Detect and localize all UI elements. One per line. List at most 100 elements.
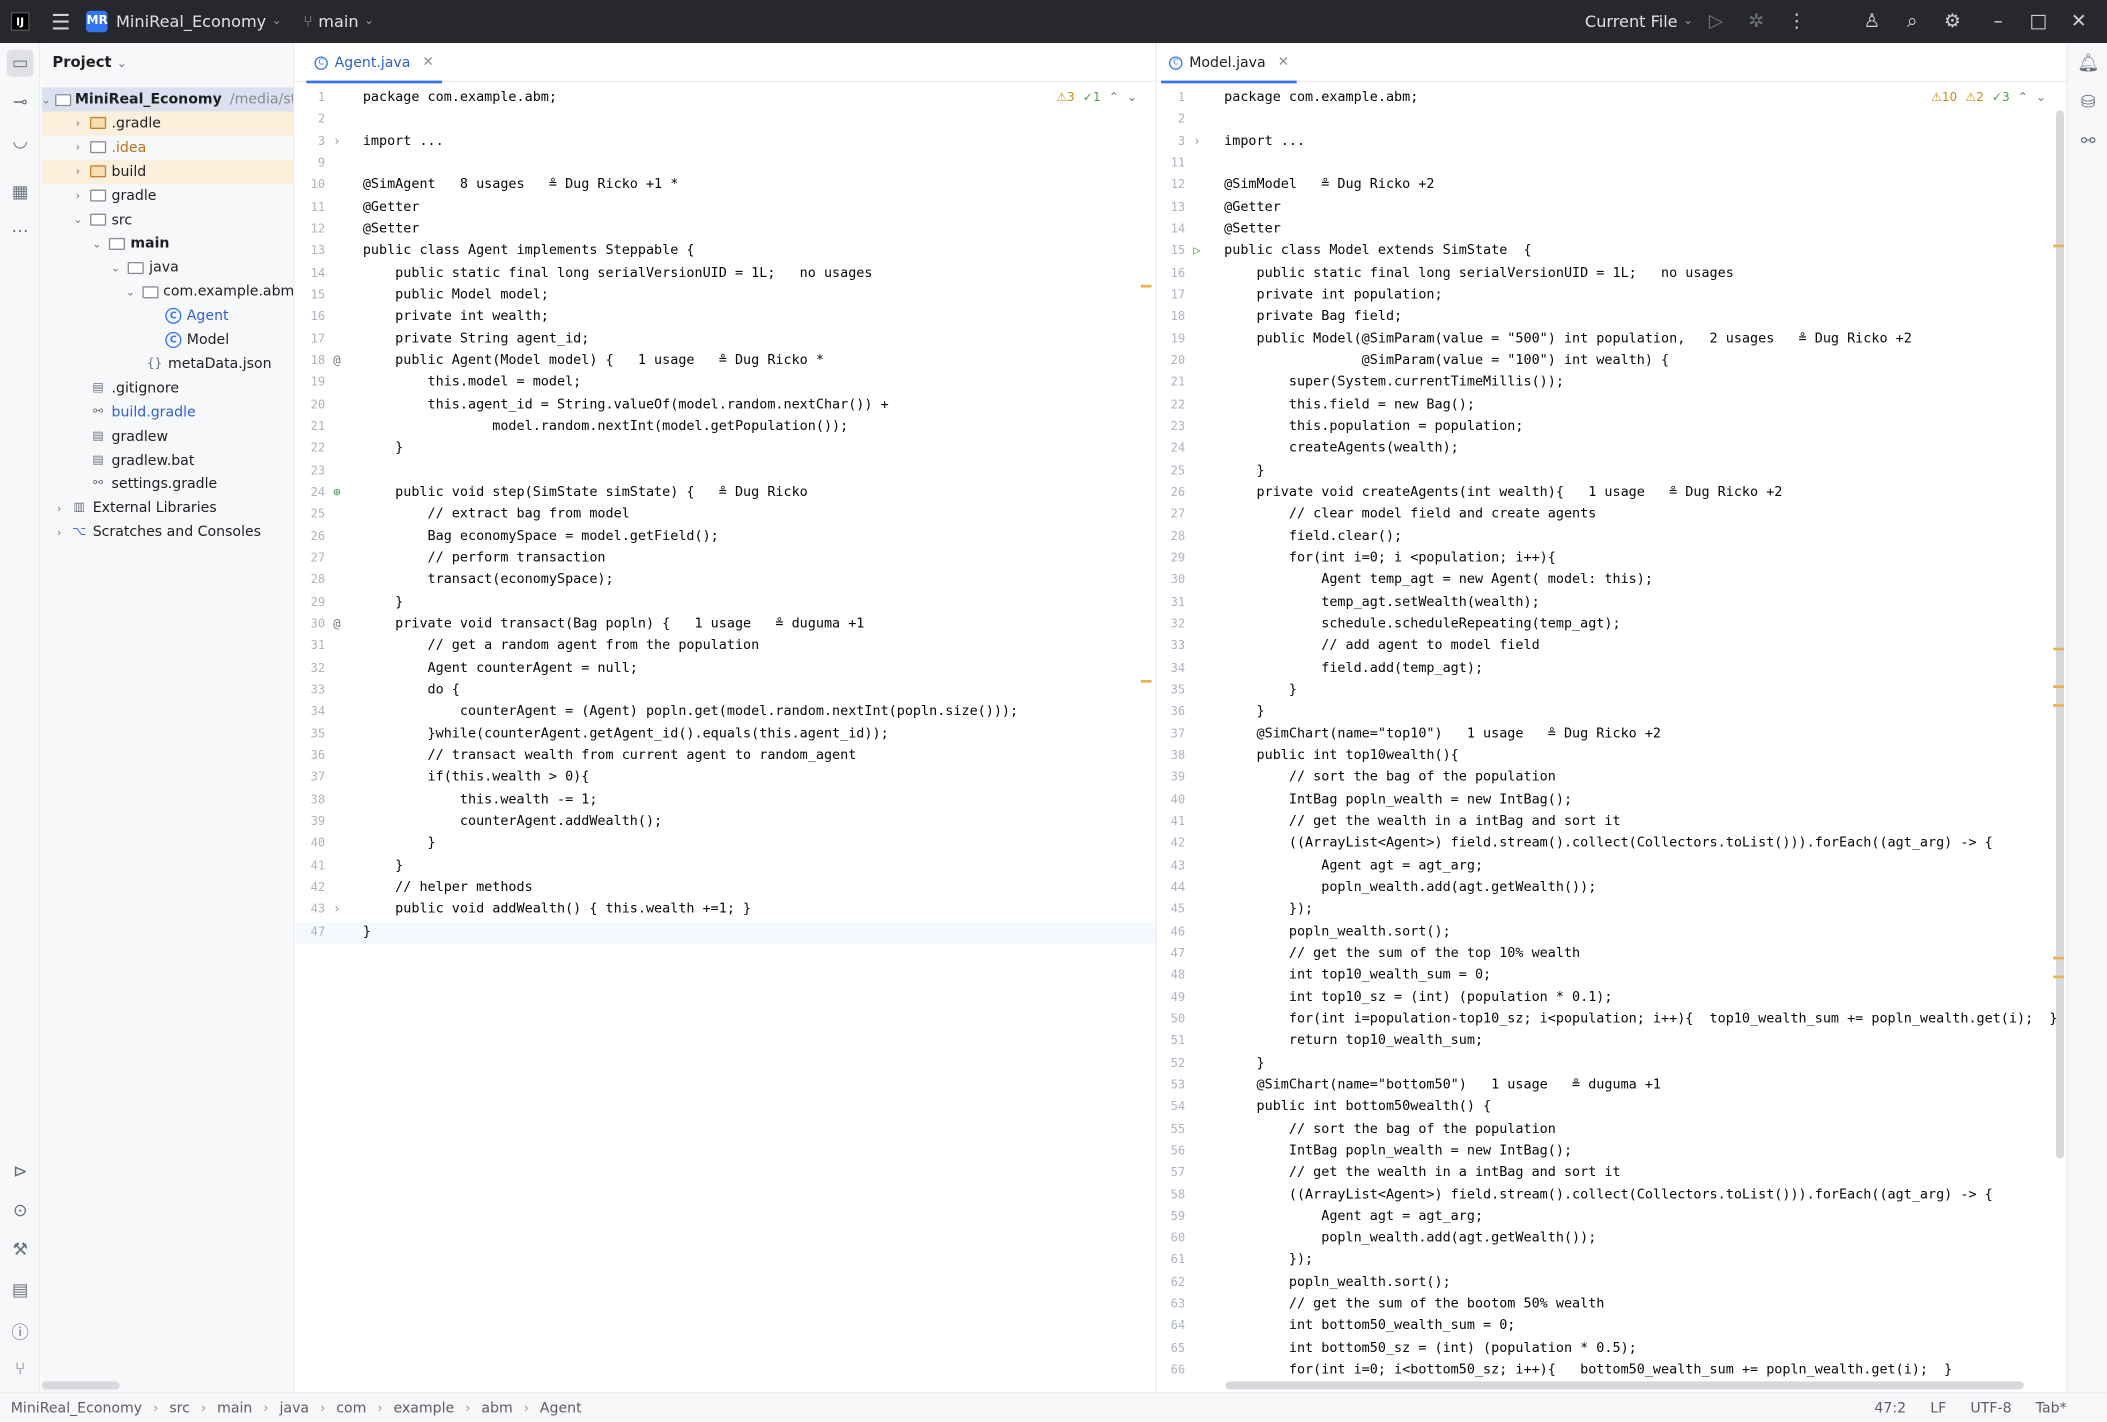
tree-item-gradle[interactable]: › gradle — [42, 184, 293, 208]
fold-icon[interactable]: › — [333, 131, 340, 153]
maximize-icon[interactable]: □ — [2021, 4, 2056, 39]
plugins-icon[interactable]: ⊙ — [7, 1197, 34, 1224]
chevron-right-icon[interactable]: › — [52, 502, 65, 514]
gradle-icon[interactable]: ⚯ — [2075, 128, 2102, 155]
code-line[interactable]: 19 this.model = model; — [296, 373, 1156, 395]
code-line[interactable]: 14 public static final long serialVersio… — [296, 263, 1156, 285]
code-line[interactable]: 27 // clear model field and create agent… — [1158, 504, 2066, 526]
code-line[interactable]: 12 @Setter — [296, 219, 1156, 241]
tree-item-java[interactable]: ⌄ java — [42, 256, 293, 280]
code-line[interactable]: 1 package com.example.abm; — [296, 87, 1156, 109]
code-line[interactable]: 33 // add agent to model field — [1158, 636, 2066, 658]
code-line[interactable]: 58 ((ArrayList<Agent>) field.stream().co… — [1158, 1185, 2066, 1207]
code-line[interactable]: 15 ▷ public class Model extends SimState { — [1158, 241, 2066, 263]
fold-icon[interactable]: › — [333, 899, 340, 921]
project-folder-icon[interactable]: ▭ — [6, 49, 34, 77]
code-line[interactable]: 43 › public void addWealth() { this.wealt… — [296, 899, 1156, 921]
code-line[interactable]: 66 for(int i=0; i<bottom50_sz; i++){ bot… — [1158, 1360, 2066, 1382]
run-config-selector[interactable]: Current File ⌄ — [1585, 12, 1693, 31]
code-line[interactable]: 12 @SimModel ≗ Dug Ricko +2 — [1158, 175, 2066, 197]
chevron-right-icon[interactable]: › — [71, 190, 84, 202]
code-line[interactable]: 35 }while(counterAgent.getAgent_id().equ… — [296, 724, 1156, 746]
debug-icon[interactable]: ✲ — [1739, 4, 1774, 39]
code-line[interactable]: 21 super(System.currentTimeMillis()); — [1158, 373, 2066, 395]
project-badge[interactable]: MR — [86, 10, 108, 33]
code-line[interactable]: 51 return top10_wealth_sum; — [1158, 1031, 2066, 1053]
services-icon[interactable]: ⊳ — [7, 1158, 34, 1185]
code-line[interactable]: 57 // get the wealth in a intBag and sor… — [1158, 1163, 2066, 1185]
breadcrumb-item[interactable]: java — [280, 1400, 310, 1416]
code-line[interactable]: 10 @SimAgent 8 usages ≗ Dug Ricko +1 * — [296, 175, 1156, 197]
code-line[interactable]: 34 field.add(temp_agt); — [1158, 658, 2066, 680]
code-line[interactable]: 16 public static final long serialVersio… — [1158, 263, 2066, 285]
code-line[interactable]: 43 Agent agt = agt_arg; — [1158, 855, 2066, 877]
build-icon[interactable]: ⚒ — [7, 1236, 34, 1263]
warning-marker[interactable] — [2053, 647, 2064, 651]
warning-marker[interactable] — [1140, 679, 1152, 683]
code-line[interactable]: 42 ((ArrayList<Agent>) field.stream().co… — [1158, 833, 2066, 855]
warning-marker[interactable] — [2053, 956, 2064, 960]
code-line[interactable]: 62 popln_wealth.sort(); — [1158, 1272, 2066, 1294]
code-line[interactable]: 61 }); — [1158, 1250, 2066, 1272]
vertical-scrollbar[interactable] — [2055, 110, 2064, 1159]
close-icon[interactable]: ✕ — [2061, 4, 2096, 39]
code-line[interactable]: 47 // get the sum of the top 10% wealth — [1158, 943, 2066, 965]
code-line[interactable]: 34 counterAgent = (Agent) popln.get(mode… — [296, 702, 1156, 724]
code-line[interactable]: 38 public int top10wealth(){ — [1158, 746, 2066, 768]
breadcrumb-item[interactable]: abm — [481, 1400, 512, 1416]
code-line[interactable]: 36 } — [1158, 702, 2066, 724]
code-line[interactable]: 41 // get the wealth in a intBag and sor… — [1158, 811, 2066, 833]
code-line[interactable]: 47} — [295, 921, 1156, 944]
more-actions-icon[interactable]: ⋮ — [1779, 4, 1814, 39]
main-menu-icon[interactable]: ☰ — [51, 9, 70, 35]
tree-item-src[interactable]: ⌄ src — [42, 208, 293, 232]
structure-icon[interactable]: ▦ — [7, 179, 34, 206]
chevron-right-icon[interactable]: › — [52, 526, 65, 538]
branch-switcher[interactable]: ⑂ main ⌄ — [303, 12, 374, 31]
breadcrumb-item[interactable]: main — [217, 1400, 252, 1416]
project-switcher[interactable]: MiniReal_Economy ⌄ — [116, 12, 282, 31]
tree-item-idea[interactable]: › .idea — [42, 135, 293, 159]
code-line[interactable]: 39 // sort the bag of the population — [1158, 768, 2066, 790]
code-line[interactable]: 63 // get the sum of the bootom 50% weal… — [1158, 1294, 2066, 1316]
breadcrumb-item[interactable]: src — [169, 1400, 190, 1416]
code-line[interactable]: 19 public Model(@SimParam(value = "500")… — [1158, 329, 2066, 351]
code-line[interactable]: 28 field.clear(); — [1158, 526, 2066, 548]
tree-item-external-libraries[interactable]: › ▥ External Libraries — [42, 496, 293, 520]
code-line[interactable]: 15 public Model model; — [296, 285, 1156, 307]
code-line[interactable]: 11 @Getter — [296, 197, 1156, 219]
code-line[interactable]: 41 } — [296, 855, 1156, 877]
close-tab-icon[interactable]: ✕ — [1278, 55, 1289, 70]
tree-item-gradlew[interactable]: ▤ gradlew — [42, 424, 293, 448]
code-line[interactable]: 52 } — [1158, 1053, 2066, 1075]
code-line[interactable]: 65 int bottom50_sz = (int) (population *… — [1158, 1338, 2066, 1360]
code-line[interactable]: 59 Agent agt = agt_arg; — [1158, 1206, 2066, 1228]
code-line[interactable]: 13 @Getter — [1158, 197, 2066, 219]
tree-item-model[interactable]: C Model — [42, 328, 293, 352]
code-line[interactable]: 48 int top10_wealth_sum = 0; — [1158, 965, 2066, 987]
code-line[interactable]: 56 IntBag popln_wealth = new IntBag(); — [1158, 1141, 2066, 1163]
code-line[interactable]: 18 private Bag field; — [1158, 307, 2066, 329]
database-icon[interactable]: ⛁ — [2075, 89, 2102, 116]
close-tab-icon[interactable]: ✕ — [423, 55, 434, 70]
commit-icon[interactable]: ⊸ — [7, 89, 34, 116]
indent-setting[interactable]: Tab* — [2036, 1400, 2067, 1416]
code-line[interactable]: 22 } — [296, 438, 1156, 460]
chevron-right-icon[interactable]: › — [71, 166, 84, 178]
code-line[interactable]: 18 @ public Agent(Model model) { 1 usage … — [296, 351, 1156, 373]
code-line[interactable]: 32 schedule.scheduleRepeating(temp_agt); — [1158, 614, 2066, 636]
code-line[interactable]: 55 // sort the bag of the population — [1158, 1119, 2066, 1141]
gear-icon[interactable]: ⚙ — [1935, 4, 1970, 39]
code-line[interactable]: 45 }); — [1158, 899, 2066, 921]
code-line[interactable]: 53 @SimChart(name="bottom50") 1 usage ≗ … — [1158, 1075, 2066, 1097]
tree-item-gradlew-bat[interactable]: ▤ gradlew.bat — [42, 448, 293, 472]
code-line[interactable]: 31 temp_agt.setWealth(wealth); — [1158, 592, 2066, 614]
code-line[interactable]: 33 do { — [296, 680, 1156, 702]
chevron-right-icon[interactable]: › — [71, 141, 84, 153]
terminal-icon[interactable]: ▤ — [7, 1277, 34, 1304]
code-line[interactable]: 36 // transact wealth from current agent… — [296, 746, 1156, 768]
code-line[interactable]: 1 package com.example.abm; — [1158, 87, 2066, 109]
code-line[interactable]: 3 › import ... — [296, 131, 1156, 153]
tree-item-metadata-json[interactable]: {} metaData.json — [42, 352, 293, 376]
code-line[interactable]: 3 › import ... — [1158, 131, 2066, 153]
